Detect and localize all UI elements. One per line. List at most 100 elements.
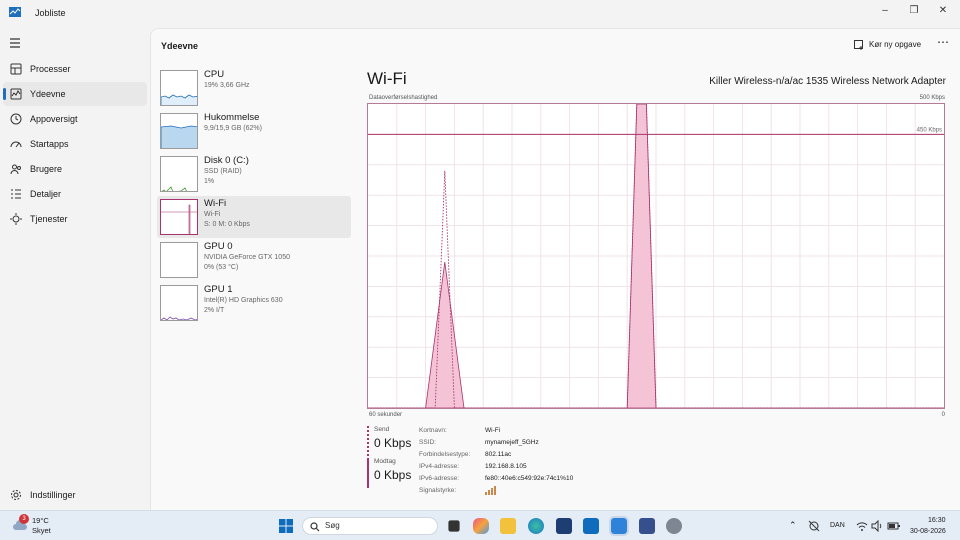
device-wifi[interactable]: Wi-Fi Wi-Fi S: 0 M: 0 Kbps <box>157 196 351 238</box>
title-bar: Jobliste ‒ ❐ ✕ <box>0 0 960 28</box>
clock-date[interactable]: 30-08-2026 <box>910 528 946 535</box>
page-title: Ydeevne <box>161 41 199 51</box>
sidebar-item-users[interactable]: Brugere <box>3 157 147 181</box>
device-memory[interactable]: Hukommelse 9,9/15,9 GB (62%) <box>157 110 351 152</box>
edge-browser-icon[interactable] <box>528 518 544 534</box>
device-disk[interactable]: Disk 0 (C:) SSD (RAID) 1% <box>157 153 351 195</box>
sidebar-item-label: Ydeevne <box>30 89 66 99</box>
device-stat: Wi-Fi <box>204 211 221 218</box>
adapter-name: Killer Wireless-n/a/ac 1535 Wireless Net… <box>709 76 946 87</box>
graph-label: Dataoverførselshastighed <box>369 95 438 101</box>
sidebar-item-label: Appoversigt <box>30 114 78 124</box>
taskbar: 3 19°C Skyet Søg ⌃ DAN 16:30 30-08-2026 <box>0 510 960 540</box>
wifi-thumbnail <box>160 199 198 235</box>
sidebar: Processer Ydeevne Appoversigt Startapps … <box>0 28 150 510</box>
prop-value: 802.11ac <box>485 451 512 458</box>
remote-desktop-icon[interactable] <box>639 518 655 534</box>
receive-legend-swatch <box>367 458 369 488</box>
device-gpu0[interactable]: GPU 0 NVIDIA GeForce GTX 1050 0% (53 °C) <box>157 239 351 281</box>
store-icon[interactable] <box>556 518 572 534</box>
sidebar-item-label: Brugere <box>30 164 63 174</box>
weather-temp: 19°C <box>32 516 49 525</box>
receive-rate: Modtag 0 Kbps <box>367 458 417 490</box>
processes-icon <box>10 63 22 75</box>
sidebar-item-details[interactable]: Detaljer <box>3 182 147 206</box>
graph-x-left-label: 60 sekunder <box>369 412 403 418</box>
chevron-up-icon[interactable]: ⌃ <box>789 520 797 531</box>
task-manager-icon <box>9 7 21 17</box>
sidebar-item-app-history[interactable]: Appoversigt <box>3 107 147 131</box>
language-indicator[interactable]: DAN <box>830 522 845 529</box>
prop-key: Kortnavn: <box>419 427 447 434</box>
search-icon <box>310 522 320 532</box>
speaker-icon[interactable] <box>871 520 883 532</box>
search-box[interactable]: Søg <box>302 517 438 535</box>
sidebar-item-label: Processer <box>30 64 71 74</box>
device-name: GPU 0 <box>204 241 233 252</box>
windows-start-icon[interactable] <box>278 518 294 534</box>
prop-value: 192.168.8.105 <box>485 463 527 470</box>
file-explorer-icon[interactable] <box>500 518 516 534</box>
throughput-graph: 450 Kbps <box>367 103 945 409</box>
task-view-icon[interactable] <box>448 520 460 532</box>
gpu0-thumbnail <box>160 242 198 278</box>
device-stat: 1% <box>204 178 215 185</box>
maximize-button[interactable]: ❐ <box>901 2 927 20</box>
cpu-thumbnail <box>160 70 198 106</box>
device-name: Hukommelse <box>204 112 260 123</box>
list-icon <box>11 189 21 199</box>
sidebar-item-label: Startapps <box>30 139 69 149</box>
send-rate: Send 0 Kbps <box>367 426 417 458</box>
hamburger-menu-icon[interactable] <box>8 36 22 50</box>
prop-key: IPv4-adresse: <box>419 463 460 470</box>
more-options-button[interactable]: ⋯ <box>937 35 950 49</box>
prop-key: Signalstyrke: <box>419 487 457 494</box>
device-stat: S: 0 M: 0 Kbps <box>204 221 250 228</box>
performance-panel: Ydeevne Kør ny opgave ⋯ CPU 19% 3,66 GHz… <box>150 28 960 510</box>
close-button[interactable]: ✕ <box>930 2 956 20</box>
outlook-icon[interactable] <box>583 518 599 534</box>
minimize-button[interactable]: ‒ <box>872 2 898 20</box>
task-manager-taskbar-icon[interactable] <box>609 516 629 536</box>
prop-value: mynamejeff_5GHz <box>485 439 539 446</box>
disk-thumbnail <box>160 156 198 192</box>
send-label: Send <box>374 426 390 433</box>
device-stat: NVIDIA GeForce GTX 1050 <box>204 254 290 261</box>
scale-line-label: 450 Kbps <box>917 127 942 133</box>
services-gear-icon <box>10 213 22 225</box>
device-name: Disk 0 (C:) <box>204 155 249 166</box>
run-task-label: Kør ny opgave <box>869 40 922 49</box>
device-name: Wi-Fi <box>204 198 227 209</box>
wifi-icon[interactable] <box>856 520 868 532</box>
battery-icon[interactable] <box>887 520 901 532</box>
sidebar-item-label: Detaljer <box>30 189 62 199</box>
gear-icon <box>11 490 21 500</box>
device-stat: 19% 3,66 GHz <box>204 82 250 89</box>
throughput-chart: 450 Kbps <box>368 103 944 409</box>
sidebar-item-label: Indstillinger <box>30 490 76 500</box>
sidebar-item-settings[interactable]: Indstillinger <box>3 483 147 507</box>
clock-time[interactable]: 16:30 <box>928 517 946 524</box>
device-gpu1[interactable]: GPU 1 Intel(R) HD Graphics 630 2% I/T <box>157 282 351 324</box>
sidebar-item-label: Tjenester <box>30 214 68 224</box>
weather-widget[interactable]: 3 19°C Skyet <box>12 514 72 536</box>
location-off-icon[interactable] <box>808 520 820 532</box>
sidebar-item-startup[interactable]: Startapps <box>3 132 147 156</box>
send-legend-swatch <box>367 426 369 456</box>
performance-icon <box>10 88 22 100</box>
users-icon <box>10 164 21 175</box>
sidebar-item-processes[interactable]: Processer <box>3 57 147 81</box>
prop-key: SSID: <box>419 439 436 446</box>
prop-key: IPv6-adresse: <box>419 475 460 482</box>
device-stat: 2% I/T <box>204 307 225 314</box>
sidebar-item-performance[interactable]: Ydeevne <box>3 82 147 106</box>
copilot-icon[interactable] <box>473 518 489 534</box>
window-title: Jobliste <box>35 8 66 18</box>
device-name: CPU <box>204 69 225 80</box>
settings-gear-icon[interactable] <box>666 518 682 534</box>
sidebar-item-services[interactable]: Tjenester <box>3 207 147 231</box>
device-cpu[interactable]: CPU 19% 3,66 GHz <box>157 67 351 109</box>
memory-thumbnail <box>160 113 198 149</box>
graph-x-right-label: 0 <box>941 412 945 418</box>
prop-value: fe80::40e6:c549:92e:74c1%10 <box>485 475 574 482</box>
